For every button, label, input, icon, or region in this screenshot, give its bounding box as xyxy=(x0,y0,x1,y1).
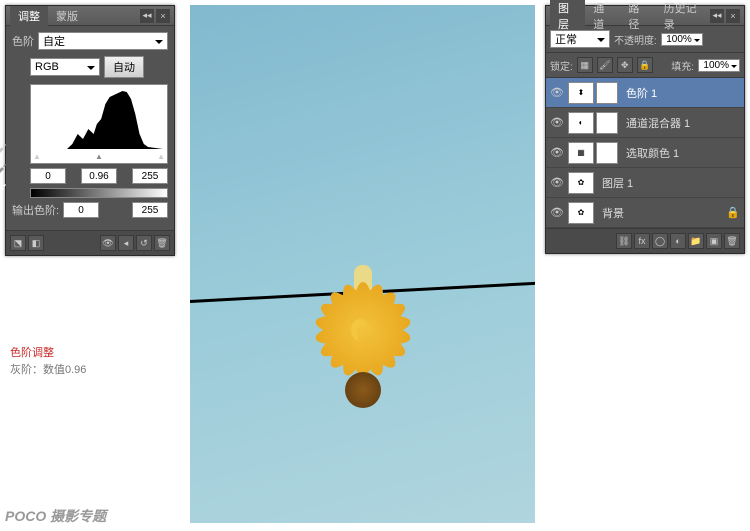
layer-row[interactable]: 👁 ◐ 通道混合器 1 xyxy=(546,108,744,138)
layer-name: 选取颜色 1 xyxy=(626,145,679,161)
layer-name: 通道混合器 1 xyxy=(626,115,690,131)
layer-row[interactable]: 👁 ✿ 图层 1 xyxy=(546,168,744,198)
tab-channels[interactable]: 通道 xyxy=(585,0,620,34)
channel-dropdown[interactable]: RGB xyxy=(30,58,100,76)
preset-dropdown[interactable]: 自定 xyxy=(38,32,168,50)
visibility-icon[interactable]: 👁 xyxy=(550,176,564,190)
opacity-label: 不透明度: xyxy=(614,32,657,47)
blend-mode-dropdown[interactable]: 正常 xyxy=(550,30,610,48)
layer-mask-thumb xyxy=(596,142,618,164)
clip-icon[interactable]: ◧ xyxy=(28,235,44,251)
fill-label: 填充: xyxy=(671,58,694,73)
new-layer-icon[interactable]: ▣ xyxy=(706,233,722,249)
eyedropper-white-icon[interactable] xyxy=(0,181,8,195)
link-icon[interactable]: ⛓ xyxy=(616,233,632,249)
layer-mask-thumb xyxy=(596,82,618,104)
flower xyxy=(283,310,443,470)
canvas-image xyxy=(190,5,535,523)
layers-footer: ⛓ fx ◯ ◐ 📁 ▣ 🗑 xyxy=(546,228,744,253)
layer-thumb: ✿ xyxy=(568,172,594,194)
annotation-text: 色阶调整 灰阶：数值0.96 xyxy=(10,345,86,378)
group-icon[interactable]: 📁 xyxy=(688,233,704,249)
adjustments-footer: ⬔ ◧ 👁 ◂ ↺ 🗑 xyxy=(6,230,174,255)
layer-name: 背景 xyxy=(602,205,624,221)
lock-move-icon[interactable]: ✥ xyxy=(617,57,633,73)
eyedropper-black-icon[interactable] xyxy=(0,141,8,155)
annotation-line1: 色阶调整 xyxy=(10,345,86,362)
lock-paint-icon[interactable]: 🖌 xyxy=(597,57,613,73)
output-black-field[interactable] xyxy=(63,202,99,218)
visibility-icon[interactable]: 👁 xyxy=(550,146,564,160)
histogram: ▲ ▲ ▲ xyxy=(30,84,168,164)
tab-layers[interactable]: 图层 xyxy=(550,0,585,34)
lock-icon: 🔒 xyxy=(726,206,740,219)
layer-name: 色阶 1 xyxy=(626,85,657,101)
layer-thumb: ⬍ xyxy=(568,82,594,104)
adjustments-header: 调整 蒙版 ◂◂ × xyxy=(6,6,174,26)
tab-mask[interactable]: 蒙版 xyxy=(48,6,86,26)
slider-gray-icon[interactable]: ▲ xyxy=(95,152,103,161)
tab-history[interactable]: 历史记录 xyxy=(656,0,710,34)
visibility-icon[interactable]: 👁 xyxy=(550,116,564,130)
layers-header: 图层 通道 路径 历史记录 ◂◂ × xyxy=(546,6,744,26)
output-levels-label: 输出色阶: xyxy=(12,202,59,218)
prev-icon[interactable]: ◂ xyxy=(118,235,134,251)
trash-icon[interactable]: 🗑 xyxy=(154,235,170,251)
tab-adjustments[interactable]: 调整 xyxy=(10,6,48,26)
output-white-field[interactable] xyxy=(132,202,168,218)
lock-label: 锁定: xyxy=(550,58,573,73)
layer-mask-thumb xyxy=(596,112,618,134)
levels-icon[interactable]: ⬔ xyxy=(10,235,26,251)
visibility-icon[interactable]: 👁 xyxy=(550,86,564,100)
input-black-field[interactable] xyxy=(30,168,66,184)
input-white-field[interactable] xyxy=(132,168,168,184)
slider-black-icon[interactable]: ▲ xyxy=(33,152,41,161)
tab-paths[interactable]: 路径 xyxy=(620,0,655,34)
layer-row[interactable]: 👁 ✿ 背景 🔒 xyxy=(546,198,744,228)
layer-row[interactable]: 👁 ▦ 选取颜色 1 xyxy=(546,138,744,168)
auto-button[interactable]: 自动 xyxy=(104,56,144,78)
fill-field[interactable]: 100% xyxy=(698,59,740,72)
eye-icon[interactable]: 👁 xyxy=(100,235,116,251)
lock-transparency-icon[interactable]: ▦ xyxy=(577,57,593,73)
watermark: POCO 摄影专题 xyxy=(5,506,106,526)
adjustment-icon[interactable]: ◐ xyxy=(670,233,686,249)
annotation-line2: 灰阶：数值0.96 xyxy=(10,362,86,379)
output-gradient[interactable] xyxy=(30,188,168,198)
collapse-icon[interactable]: ◂◂ xyxy=(710,9,724,23)
delete-icon[interactable]: 🗑 xyxy=(724,233,740,249)
close-icon[interactable]: × xyxy=(726,9,740,23)
opacity-field[interactable]: 100% xyxy=(661,33,703,46)
mask-icon[interactable]: ◯ xyxy=(652,233,668,249)
lock-all-icon[interactable]: 🔒 xyxy=(637,57,653,73)
visibility-icon[interactable]: 👁 xyxy=(550,206,564,220)
fx-icon[interactable]: fx xyxy=(634,233,650,249)
close-icon[interactable]: × xyxy=(156,9,170,23)
layer-thumb: ▦ xyxy=(568,142,594,164)
adjustments-panel: 调整 蒙版 ◂◂ × 色阶 自定 RGB 自动 xyxy=(5,5,175,256)
layers-panel: 图层 通道 路径 历史记录 ◂◂ × 正常 不透明度: 100% 锁定: ▦ 🖌… xyxy=(545,5,745,254)
slider-white-icon[interactable]: ▲ xyxy=(157,152,165,161)
layer-thumb: ◐ xyxy=(568,112,594,134)
levels-label: 色阶 xyxy=(12,33,34,49)
eyedropper-gray-icon[interactable] xyxy=(0,161,8,175)
collapse-icon[interactable]: ◂◂ xyxy=(140,9,154,23)
reset-icon[interactable]: ↺ xyxy=(136,235,152,251)
layer-row[interactable]: 👁 ⬍ 色阶 1 xyxy=(546,78,744,108)
input-gray-field[interactable] xyxy=(81,168,117,184)
flower-center xyxy=(345,372,381,408)
layer-thumb: ✿ xyxy=(568,202,594,224)
layer-name: 图层 1 xyxy=(602,175,633,191)
